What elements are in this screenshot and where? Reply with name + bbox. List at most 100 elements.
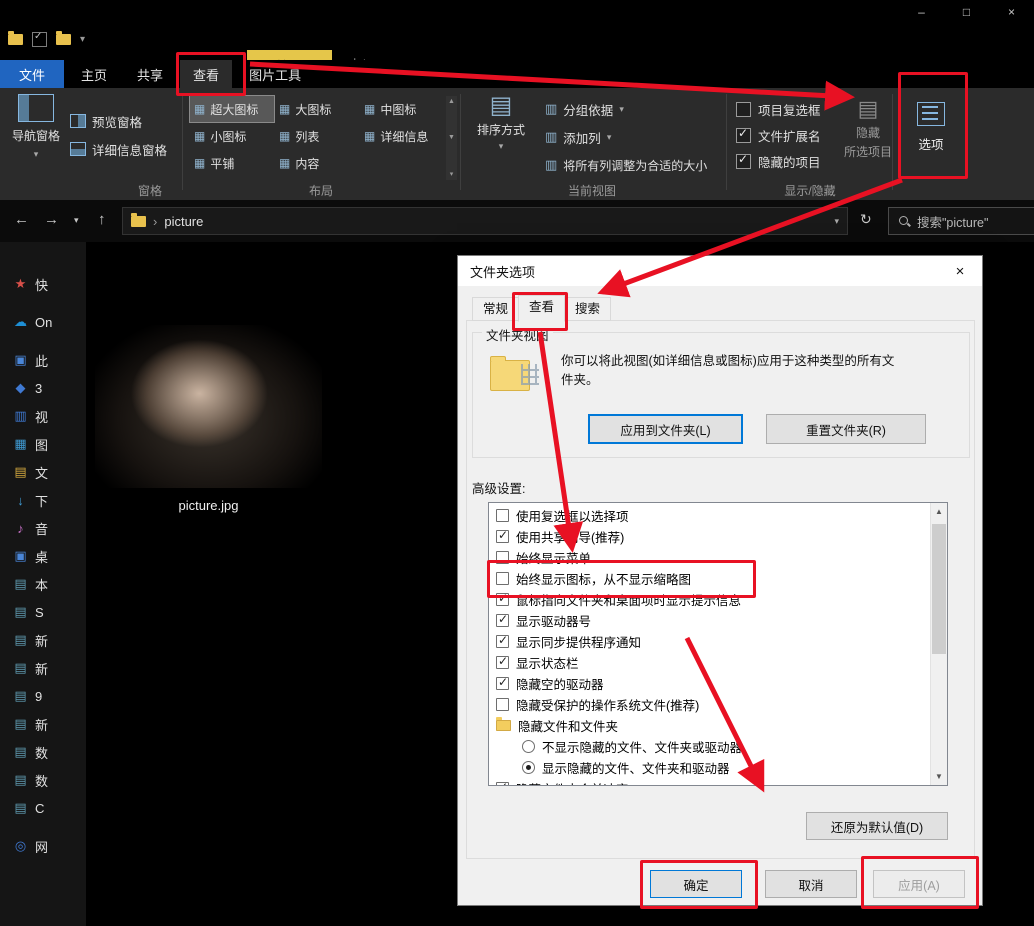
setting-marker-icon[interactable] — [496, 614, 509, 627]
advanced-setting-row[interactable]: 鼠标指向文件夹和桌面项时显示提示信息 — [489, 589, 930, 610]
qat-properties-icon[interactable] — [32, 32, 47, 47]
refresh-icon[interactable]: ↻ — [860, 211, 872, 228]
cancel-button[interactable]: 取消 — [765, 870, 857, 898]
close-button[interactable]: × — [989, 0, 1034, 23]
tab-view[interactable]: 查看 — [180, 60, 232, 88]
layout-option[interactable]: 小图标 — [190, 123, 274, 149]
sidebar-item[interactable]: ↓ 下 — [0, 486, 86, 514]
layout-option[interactable]: 平铺 — [190, 150, 274, 176]
setting-marker-icon[interactable] — [496, 551, 509, 564]
setting-marker-icon[interactable] — [496, 656, 509, 669]
setting-marker-icon[interactable] — [496, 635, 509, 648]
ok-button[interactable]: 确定 — [650, 870, 742, 898]
setting-marker-icon[interactable] — [496, 572, 509, 585]
setting-marker-icon[interactable] — [496, 509, 509, 522]
size-columns-button[interactable]: 将所有列调整为合适的大小 — [545, 154, 707, 176]
sidebar-item[interactable]: ▥ 视 — [0, 402, 86, 430]
advanced-setting-row[interactable]: 隐藏文件和文件夹 — [489, 715, 930, 736]
sidebar-item[interactable]: ▤ 本 — [0, 570, 86, 598]
layout-option[interactable]: 列表 — [275, 123, 359, 149]
preview-pane-button[interactable]: 预览窗格 — [70, 110, 142, 132]
restore-defaults-button[interactable]: 还原为默认值(D) — [806, 812, 948, 840]
up-icon[interactable]: ↑ — [98, 211, 106, 228]
sidebar-item[interactable]: ▤ 数 — [0, 738, 86, 766]
advanced-setting-row[interactable]: 使用共享向导(推荐) — [489, 526, 930, 547]
sidebar-item[interactable]: ◆ 3 — [0, 374, 86, 402]
layout-option[interactable]: 大图标 — [275, 96, 359, 122]
scrollbar-thumb[interactable] — [932, 524, 946, 654]
sort-by-button[interactable]: 排序方式 ▾ — [472, 94, 530, 186]
dialog-tab-search[interactable]: 搜索 — [564, 297, 611, 321]
details-pane-button[interactable]: 详细信息窗格 — [70, 138, 167, 160]
navigation-pane-button[interactable]: 导航窗格 ▾ — [8, 94, 64, 180]
qat-new-folder-icon[interactable] — [56, 34, 71, 45]
dialog-close-icon[interactable]: × — [938, 256, 982, 286]
advanced-setting-row[interactable]: 始终显示图标，从不显示缩略图 — [489, 568, 930, 589]
layout-option[interactable]: 内容 — [275, 150, 359, 176]
sidebar-item[interactable]: ▤ 9 — [0, 682, 86, 710]
sidebar-item[interactable]: ♪ 音 — [0, 514, 86, 542]
advanced-setting-row[interactable]: 隐藏文件夹合并冲突 — [489, 778, 930, 786]
gallery-scrollbar[interactable]: ▲ ▼ ▾ — [446, 96, 457, 180]
tab-home[interactable]: 主页 — [68, 60, 120, 88]
dialog-tab-general[interactable]: 常规 — [472, 297, 519, 321]
hide-selected-items-button[interactable]: 隐藏 所选项目 — [840, 96, 896, 184]
tab-file[interactable]: 文件 — [0, 60, 64, 88]
sidebar-item[interactable]: ▤ 新 — [0, 654, 86, 682]
setting-marker-icon[interactable] — [496, 530, 509, 543]
advanced-setting-row[interactable]: 隐藏空的驱动器 — [489, 673, 930, 694]
advanced-setting-row[interactable]: 显示同步提供程序通知 — [489, 631, 930, 652]
breadcrumb[interactable]: › picture ▾ — [122, 207, 848, 235]
setting-marker-icon[interactable] — [496, 677, 509, 690]
minimize-button[interactable]: – — [899, 0, 944, 23]
maximize-button[interactable]: □ — [944, 0, 989, 23]
sidebar-item[interactable]: ▣ 桌 — [0, 542, 86, 570]
group-by-button[interactable]: 分组依据 ▾ — [545, 98, 624, 120]
setting-marker-icon[interactable] — [496, 698, 509, 711]
sidebar-item[interactable]: ▤ 新 — [0, 710, 86, 738]
list-scrollbar[interactable]: ▲ ▼ — [930, 503, 947, 785]
sidebar-item[interactable]: ▣ 此 — [0, 346, 86, 374]
layout-option[interactable]: 中图标 — [360, 96, 444, 122]
tab-picture-tools[interactable]: 图片工具 — [236, 60, 314, 88]
setting-marker-icon[interactable] — [522, 740, 535, 753]
ribbon-view-checkbox[interactable]: 项目复选框 — [736, 96, 821, 122]
setting-marker-icon[interactable] — [496, 720, 511, 731]
dialog-tab-view[interactable]: 查看 — [518, 295, 565, 322]
recent-locations-icon[interactable]: ▾ — [74, 215, 79, 226]
advanced-setting-row[interactable]: 不显示隐藏的文件、文件夹或驱动器 — [489, 736, 930, 757]
scroll-down-icon[interactable]: ▼ — [931, 768, 947, 785]
sidebar-item[interactable]: ★ 快 — [0, 270, 86, 298]
sidebar-item[interactable]: ▤ 新 — [0, 626, 86, 654]
advanced-setting-row[interactable]: 显示状态栏 — [489, 652, 930, 673]
sidebar-item[interactable]: ▤ C — [0, 794, 86, 822]
scroll-up-icon[interactable]: ▲ — [931, 503, 947, 520]
advanced-setting-row[interactable]: 隐藏受保护的操作系统文件(推荐) — [489, 694, 930, 715]
sidebar-item[interactable]: ☁ On — [0, 308, 86, 336]
layout-option[interactable]: 超大图标 — [190, 96, 274, 122]
gallery-scroll-down-icon[interactable]: ▼ — [448, 134, 455, 141]
setting-marker-icon[interactable] — [496, 593, 509, 606]
sidebar-item[interactable]: ▤ S — [0, 598, 86, 626]
advanced-setting-row[interactable]: 使用复选框以选择项 — [489, 505, 930, 526]
gallery-scroll-up-icon[interactable]: ▲ — [448, 98, 455, 105]
breadcrumb-path[interactable]: picture — [164, 214, 203, 229]
ribbon-view-checkbox[interactable]: 文件扩展名 — [736, 122, 821, 148]
advanced-setting-row[interactable]: 显示隐藏的文件、文件夹和驱动器 — [489, 757, 930, 778]
advanced-setting-row[interactable]: 始终显示菜单 — [489, 547, 930, 568]
advanced-setting-row[interactable]: 显示驱动器号 — [489, 610, 930, 631]
file-name-label[interactable]: picture.jpg — [95, 498, 322, 513]
gallery-expand-icon[interactable]: ▾ — [450, 170, 454, 178]
sidebar-item[interactable]: ◎ 网 — [0, 832, 86, 860]
add-columns-button[interactable]: 添加列 ▾ — [545, 126, 611, 148]
sidebar-item[interactable]: ▤ 数 — [0, 766, 86, 794]
reset-folders-button[interactable]: 重置文件夹(R) — [766, 414, 926, 444]
qat-dropdown-icon[interactable]: ▾ — [80, 34, 85, 45]
options-button[interactable]: 选项 — [905, 94, 957, 184]
picture-thumbnail[interactable] — [95, 325, 322, 488]
address-dropdown-icon[interactable]: ▾ — [834, 216, 839, 227]
apply-to-folders-button[interactable]: 应用到文件夹(L) — [588, 414, 743, 444]
ribbon-view-checkbox[interactable]: 隐藏的项目 — [736, 148, 821, 174]
back-icon[interactable]: ← — [14, 211, 29, 228]
search-input[interactable]: 搜索"picture" — [888, 207, 1034, 235]
